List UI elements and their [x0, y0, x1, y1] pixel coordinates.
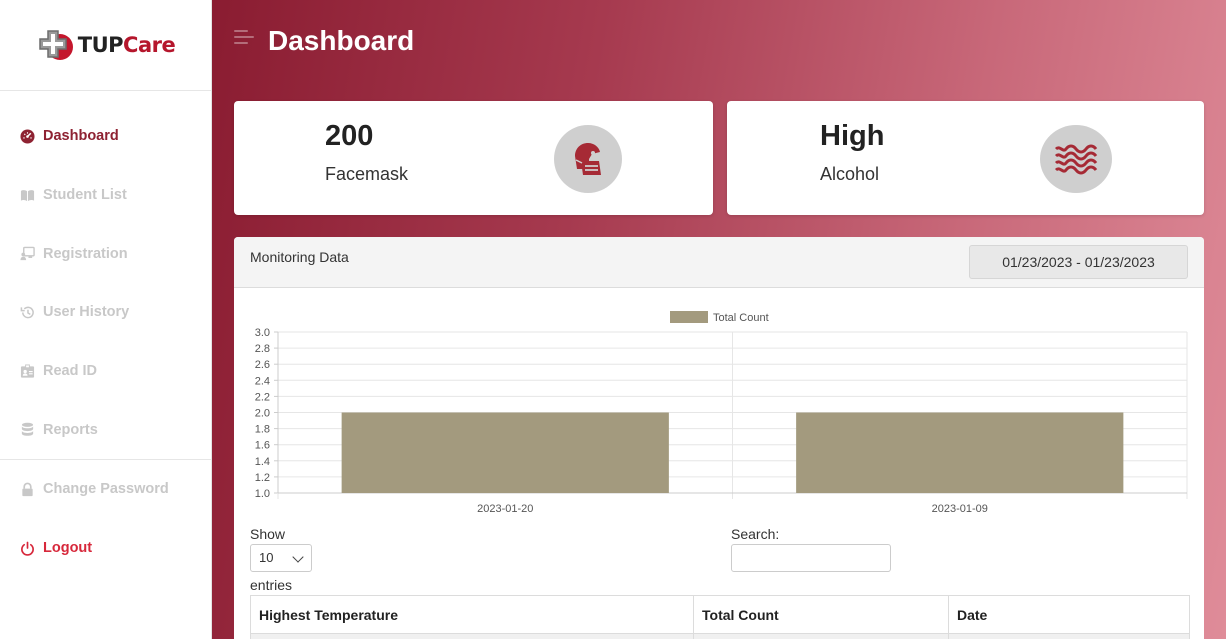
logo-suffix: Care: [123, 33, 176, 57]
y-tick-label: 2.8: [255, 343, 270, 355]
x-tick-label: 2023-01-09: [932, 503, 988, 515]
power-icon: [21, 541, 34, 556]
alcohol-label: Alcohol: [820, 164, 880, 184]
main-content: Dashboard 200 Facemask High Alcohol Moni…: [212, 0, 1226, 639]
y-tick-label: 2.2: [255, 391, 270, 403]
book-icon: [20, 189, 35, 201]
panel-header: Monitoring Data 01/23/2023 - 01/23/2023: [234, 237, 1204, 288]
y-tick-label: 1.8: [255, 424, 270, 436]
sidebar-item-label: Logout: [43, 540, 93, 557]
logo-area: TUPCare: [0, 0, 211, 91]
entries-select[interactable]: 10: [250, 544, 312, 572]
waves-icon: [1040, 125, 1112, 193]
y-tick-label: 3.0: [255, 327, 270, 339]
facemask-icon: [554, 125, 622, 193]
history-icon: [20, 306, 34, 319]
sidebar-item-dashboard[interactable]: Dashboard: [0, 107, 211, 166]
facemask-count: 200: [325, 120, 374, 152]
sidebar-item-label: Registration: [43, 245, 128, 262]
date-range-picker[interactable]: 01/23/2023 - 01/23/2023: [969, 245, 1188, 279]
entries-value: 10: [259, 550, 274, 565]
alcohol-level: High: [820, 120, 885, 152]
sidebar-item-label: Change Password: [43, 481, 169, 498]
sidebar-item-logout[interactable]: Logout: [0, 519, 211, 578]
search-input[interactable]: [731, 544, 891, 572]
sidebar-item-label: Reports: [43, 421, 98, 438]
sidebar-item-user-history[interactable]: User History: [0, 283, 211, 342]
medical-cross-icon: [36, 25, 76, 65]
y-tick-label: 2.6: [255, 359, 270, 371]
y-tick-label: 2.0: [255, 408, 270, 420]
sidebar-item-label: Dashboard: [43, 128, 119, 145]
facemask-label: Facemask: [325, 164, 409, 184]
logo-text: TUPCare: [77, 33, 176, 57]
data-table: Highest Temperature Total Count Date: [250, 595, 1190, 639]
app-logo[interactable]: TUPCare: [36, 25, 176, 65]
entries-label: entries: [250, 577, 293, 593]
sidebar-item-reports[interactable]: Reports: [0, 400, 211, 459]
panel-title: Monitoring Data: [250, 249, 349, 265]
show-label: Show: [250, 526, 286, 542]
column-header-total-count[interactable]: Total Count: [693, 595, 949, 634]
sidebar-item-label: Read ID: [43, 363, 97, 380]
monitoring-panel: Monitoring Data 01/23/2023 - 01/23/2023 …: [234, 237, 1204, 639]
bar-chart: Total Count 1.0 1.2 1.4 1.6 1.8 2.0 2.2 2.4 2.6 2.…: [255, 311, 1188, 515]
lock-icon: [22, 482, 33, 497]
sidebar-item-registration[interactable]: Registration: [0, 224, 211, 283]
chevron-down-icon: [292, 551, 304, 563]
gauge-icon: [20, 129, 35, 144]
facemask-stat-card: 200 Facemask: [234, 101, 713, 215]
y-tick-label: 1.2: [255, 472, 270, 484]
table-controls: Show 10 entries Search:: [250, 526, 1190, 596]
column-header-highest-temperature[interactable]: Highest Temperature: [250, 595, 694, 634]
sidebar-item-student-list[interactable]: Student List: [0, 166, 211, 225]
y-tick-label: 1.6: [255, 440, 270, 452]
bar: [341, 412, 669, 493]
database-icon: [21, 423, 34, 437]
id-card-icon: [20, 364, 35, 378]
sidebar-item-read-id[interactable]: Read ID: [0, 342, 211, 401]
y-tick-label: 2.4: [255, 375, 270, 387]
menu-toggle-icon[interactable]: [234, 30, 254, 50]
legend-label: Total Count: [713, 312, 769, 324]
table-row: [250, 633, 1190, 639]
column-header-date[interactable]: Date: [948, 595, 1190, 634]
table-header-row: Highest Temperature Total Count Date: [250, 595, 1190, 634]
page-title: Dashboard: [268, 25, 415, 56]
legend-swatch: [670, 311, 708, 323]
y-tick-label: 1.0: [255, 488, 270, 500]
user-board-icon: [20, 246, 35, 261]
sidebar-item-change-password[interactable]: Change Password: [0, 460, 211, 519]
top-bar: Dashboard: [212, 0, 1226, 86]
y-tick-label: 1.4: [255, 456, 270, 468]
sidebar-item-label: User History: [43, 304, 130, 321]
logo-prefix: TUP: [77, 33, 124, 57]
bar: [796, 412, 1124, 493]
alcohol-stat-card: High Alcohol: [727, 101, 1204, 215]
sidebar: TUPCare Dashboard Student List Registrat…: [0, 0, 212, 639]
sidebar-item-label: Student List: [43, 187, 127, 204]
search-label: Search:: [731, 526, 780, 542]
x-tick-label: 2023-01-20: [477, 503, 533, 515]
sidebar-nav: Dashboard Student List Registration User…: [0, 107, 211, 578]
